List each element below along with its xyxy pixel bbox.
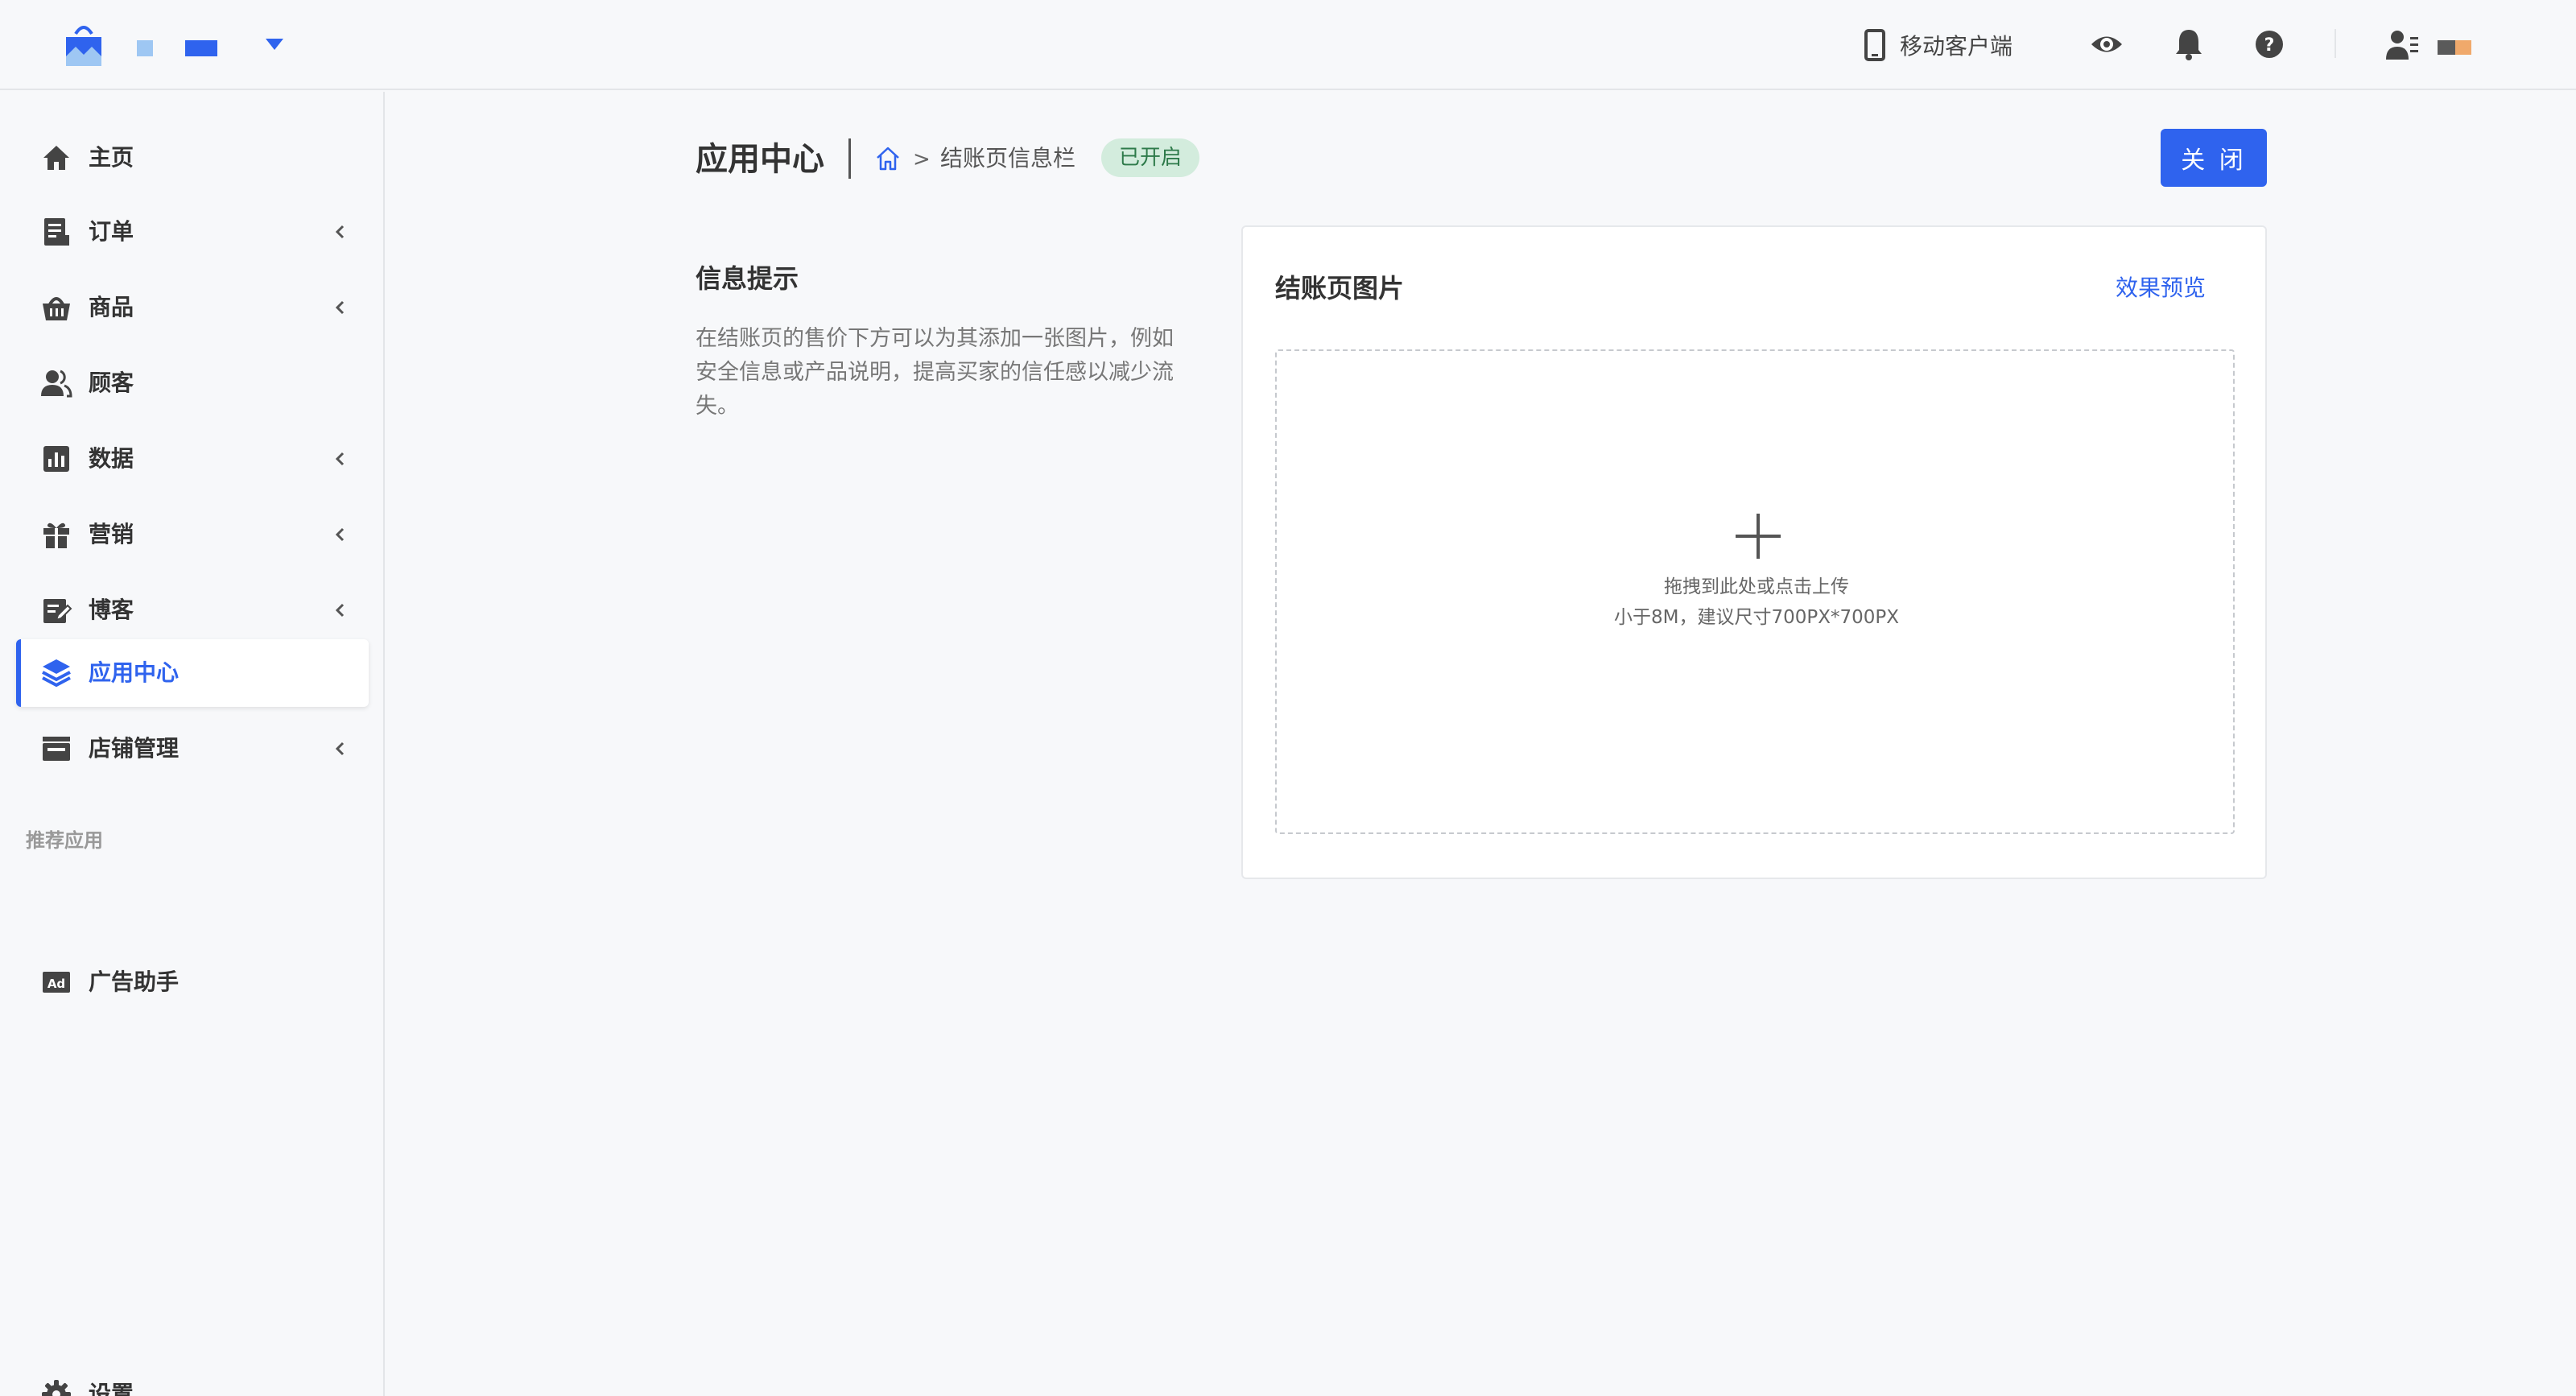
edit-icon	[43, 599, 72, 623]
sidebar-item-data[interactable]: 数据	[16, 425, 369, 493]
topbar-divider	[2334, 29, 2336, 58]
title-divider	[848, 138, 851, 179]
card-title: 结账页图片	[1275, 273, 1405, 304]
sidebar-item-label: 数据	[89, 445, 134, 472]
sidebar-item-customers[interactable]: 顾客	[16, 349, 369, 417]
top-bar: 移动客户端 ?	[0, 0, 2576, 90]
chevron-left-icon	[335, 300, 345, 315]
sidebar-item-label: 商品	[89, 294, 134, 320]
recommended-apps-heading: 推荐应用	[26, 829, 103, 852]
sidebar-item-label: 主页	[89, 144, 134, 171]
user-name-placeholder[interactable]	[2455, 40, 2471, 55]
sidebar-item-label: 广告助手	[89, 969, 180, 995]
page-title: 应用中心	[696, 141, 824, 178]
eye-icon[interactable]	[2090, 27, 2124, 61]
sidebar-item-label: 店铺管理	[89, 735, 180, 762]
sidebar-item-settings[interactable]: 设置	[16, 1361, 369, 1396]
store-icon	[43, 737, 70, 761]
sidebar-item-label: 博客	[89, 597, 134, 623]
sidebar-item-marketing[interactable]: 营销	[16, 501, 369, 568]
chevron-left-icon	[335, 603, 345, 617]
plus-icon	[1736, 514, 1781, 559]
layers-icon	[42, 659, 71, 688]
store-logo-placeholder	[137, 40, 153, 56]
basket-icon	[43, 297, 70, 320]
customers-icon	[41, 370, 72, 398]
sidebar-item-app-center[interactable]: 应用中心	[16, 639, 369, 707]
svg-text:?: ?	[2264, 35, 2275, 56]
chart-icon	[43, 446, 69, 472]
status-badge: 已开启	[1101, 138, 1200, 177]
sidebar-item-label: 营销	[89, 521, 134, 547]
gift-icon	[43, 522, 69, 548]
chevron-left-icon	[335, 225, 345, 239]
sidebar: 主页 订单 商品 顾客 数据 营销 博客 应用中心 店铺管理 推荐应用 Ad 广…	[0, 92, 385, 1396]
mobile-client-link[interactable]: 移动客户端	[1864, 27, 2013, 63]
ad-icon: Ad	[43, 972, 70, 993]
svg-text:Ad: Ad	[47, 977, 65, 991]
user-menu-icon[interactable]	[2386, 29, 2420, 61]
info-description: 在结账页的售价下方可以为其添加一张图片，例如安全信息或产品说明，提高买家的信任感…	[696, 326, 1174, 419]
sidebar-item-blog[interactable]: 博客	[16, 576, 369, 644]
chevron-left-icon	[335, 452, 345, 466]
sidebar-item-label: 订单	[89, 218, 134, 245]
preview-link[interactable]: 效果预览	[2116, 271, 2206, 306]
user-avatar-placeholder[interactable]	[2438, 40, 2455, 55]
logo-icon[interactable]	[61, 19, 106, 69]
chevron-left-icon	[335, 527, 345, 542]
store-name-placeholder[interactable]	[185, 40, 217, 56]
upload-dropzone[interactable]: 拖拽到此处或点击上传 小于8M，建议尺寸700PX*700PX	[1275, 349, 2235, 834]
close-button[interactable]: 关 闭	[2161, 129, 2267, 187]
upload-requirements: 小于8M，建议尺寸700PX*700PX	[1613, 607, 1900, 628]
sidebar-item-store-management[interactable]: 店铺管理	[16, 715, 369, 783]
sidebar-item-label: 设置	[89, 1381, 134, 1396]
mobile-phone-icon	[1864, 29, 1885, 61]
info-heading: 信息提示	[696, 263, 799, 294]
sidebar-item-ad-assistant[interactable]: Ad 广告助手	[16, 948, 369, 1016]
bell-icon[interactable]	[2172, 27, 2206, 61]
sidebar-item-orders[interactable]: 订单	[16, 198, 369, 266]
upload-instruction: 拖拽到此处或点击上传	[1664, 576, 1849, 597]
gear-icon	[42, 1380, 71, 1396]
help-icon[interactable]: ?	[2252, 27, 2286, 61]
breadcrumb-current: 结账页信息栏	[940, 145, 1076, 171]
order-icon	[44, 218, 69, 246]
sidebar-item-home[interactable]: 主页	[16, 124, 369, 192]
caret-down-icon[interactable]	[266, 39, 283, 50]
sidebar-item-label: 应用中心	[89, 659, 180, 686]
chevron-left-icon	[335, 741, 345, 756]
breadcrumb-separator: >	[913, 147, 931, 171]
sidebar-item-products[interactable]: 商品	[16, 274, 369, 341]
breadcrumb-home-icon[interactable]	[874, 145, 902, 172]
checkout-image-card: 结账页图片 效果预览 拖拽到此处或点击上传 小于8M，建议尺寸700PX*700…	[1241, 225, 2267, 879]
sidebar-item-label: 顾客	[89, 370, 134, 396]
home-icon	[43, 146, 69, 170]
mobile-client-label: 移动客户端	[1900, 33, 2013, 60]
